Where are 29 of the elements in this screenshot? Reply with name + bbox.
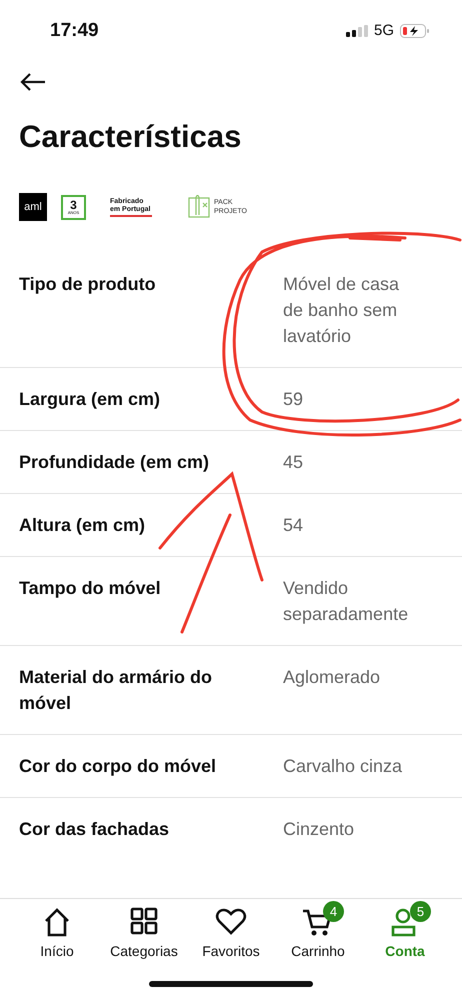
- spec-label: Cor do corpo do móvel: [19, 755, 218, 778]
- count-badge: 5: [410, 901, 431, 922]
- battery-icon: [400, 24, 430, 38]
- nav-tab[interactable]: Início: [14, 905, 100, 962]
- spec-label: Cor das fachadas: [19, 818, 170, 841]
- nav-tab[interactable]: Categorias: [101, 905, 187, 962]
- page-title: Características: [18, 118, 242, 156]
- spec-value: Aglomerado: [283, 666, 382, 689]
- spec-label: Tampo do móvel: [19, 577, 162, 600]
- signal-icon: [346, 25, 368, 37]
- spec-label: Tipo de produto: [19, 273, 157, 296]
- spec-label: Largura (em cm): [19, 388, 162, 411]
- brand-logo: aml: [19, 193, 47, 221]
- spec-label: Profundidade (em cm): [19, 451, 210, 474]
- spec-value: Carvalho cinza: [283, 755, 404, 778]
- spec-label: Altura (em cm): [19, 514, 146, 537]
- spec-value: 54: [283, 514, 304, 537]
- spec-value: Móvel de casa de banho sem lavatório: [283, 273, 400, 348]
- spec-label: Material do armário do móvel: [19, 666, 214, 715]
- nav-tab[interactable]: Favoritos: [188, 905, 274, 962]
- back-arrow-icon[interactable]: [20, 72, 46, 92]
- network-label: 5G: [374, 20, 394, 41]
- ruler-pencil-icon: [188, 195, 210, 219]
- spec-value: 59: [283, 388, 304, 411]
- spec-value: Vendido separadamente: [283, 577, 410, 626]
- spec-value: 45: [283, 451, 304, 474]
- count-badge: 4: [323, 901, 344, 922]
- status-time: 17:49: [50, 18, 99, 43]
- spec-value: Cinzento: [283, 818, 356, 841]
